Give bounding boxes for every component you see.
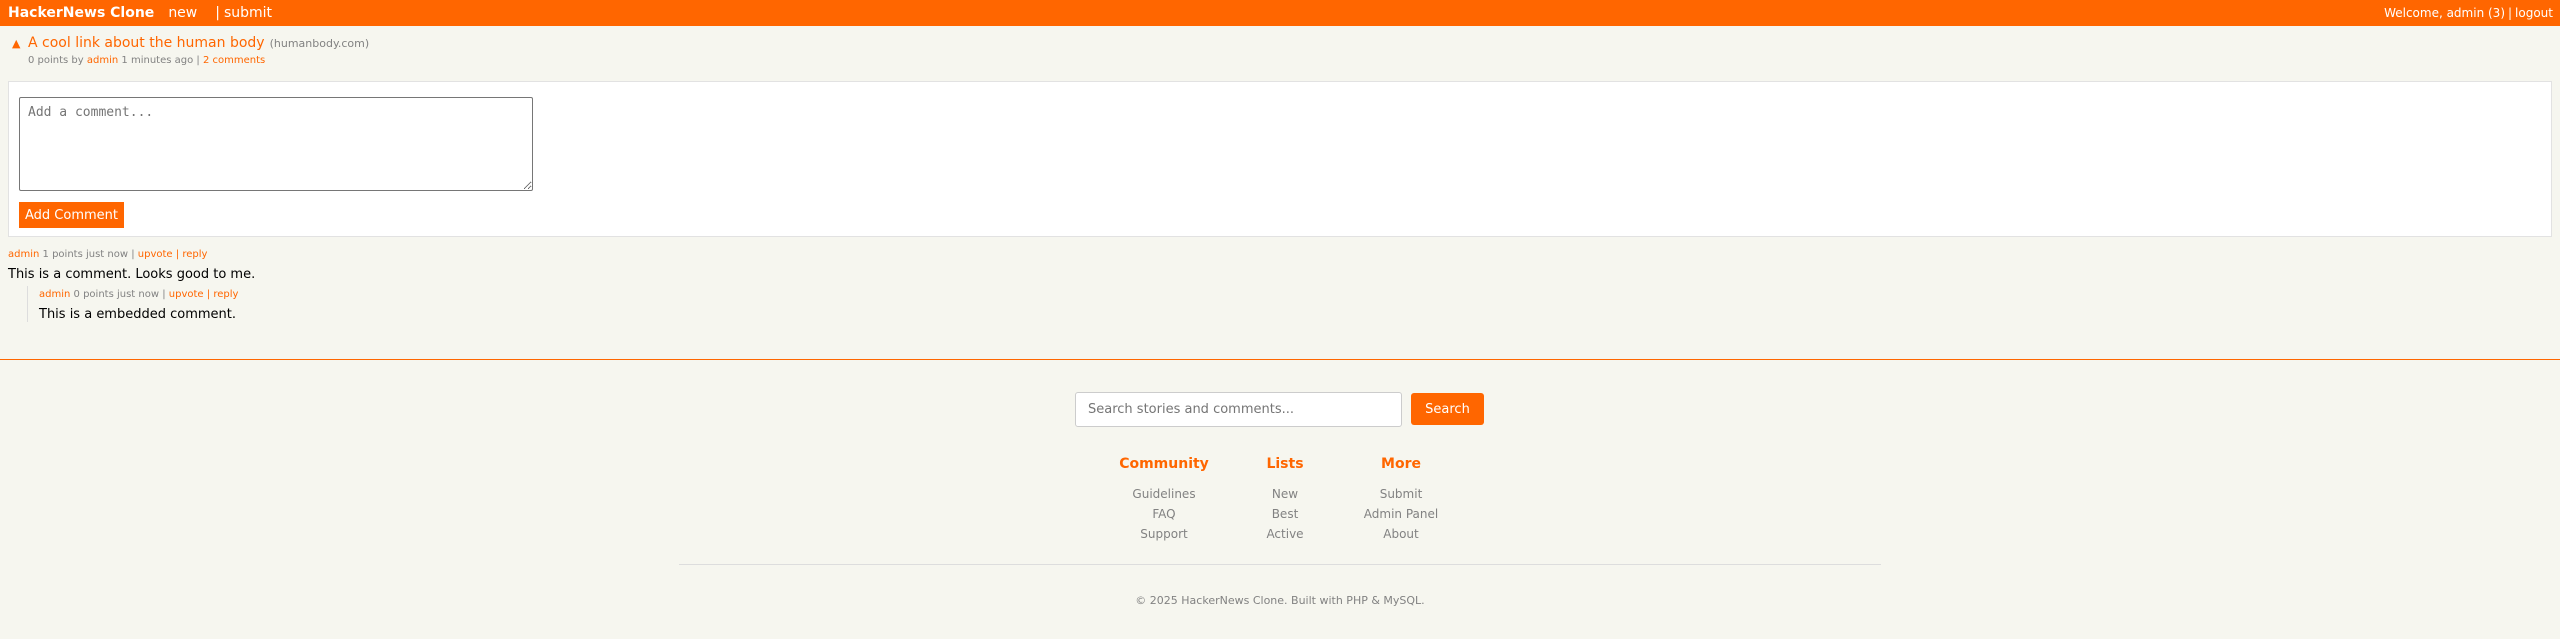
footer-divider — [0, 359, 2560, 360]
footer-link-guidelines[interactable]: Guidelines — [1094, 484, 1234, 504]
footer-link-support[interactable]: Support — [1094, 524, 1234, 544]
logout-link[interactable]: logout — [2515, 6, 2553, 20]
comment-meta: admin 1 points just now | upvote | reply — [8, 249, 255, 260]
comment-upvote-link[interactable]: upvote — [169, 289, 204, 300]
comment-action-separator: | — [206, 289, 211, 300]
top-navbar: HackerNews Clone new | submit Welcome, a… — [0, 0, 2560, 26]
comment-text: This is a comment. Looks good to me. — [8, 267, 256, 282]
footer-column-more: More Submit Admin Panel About — [1331, 456, 1471, 544]
story-comments-link[interactable]: 2 comments — [203, 55, 265, 66]
comment-author-link[interactable]: admin — [39, 289, 70, 300]
story-author-link[interactable]: admin — [87, 55, 118, 66]
story-title-link[interactable]: A cool link about the human body — [28, 35, 265, 51]
nav-separator: | — [215, 5, 220, 21]
upvote-arrow-icon[interactable]: ▲ — [12, 37, 28, 50]
footer-column-community: Community Guidelines FAQ Support — [1094, 456, 1234, 544]
comment-action-separator: | — [175, 249, 180, 260]
comment-item: admin 1 points just now | upvote | reply… — [8, 249, 255, 282]
comment-reply-link[interactable]: reply — [213, 289, 238, 300]
story-title-row: ▲ A cool link about the human body (huma… — [12, 35, 2560, 51]
comment-upvote-link[interactable]: upvote — [138, 249, 173, 260]
footer-column-title: Community — [1119, 456, 1209, 472]
comment-nest-line — [27, 286, 28, 322]
story-item: ▲ A cool link about the human body (huma… — [0, 26, 2560, 66]
nav-new-link[interactable]: new — [168, 5, 197, 21]
comment-meta: admin 0 points just now | upvote | reply — [39, 289, 238, 300]
footer-link-about[interactable]: About — [1331, 524, 1471, 544]
footer-column-title: More — [1381, 456, 1421, 472]
brand-link[interactable]: HackerNews Clone — [8, 5, 154, 21]
story-meta: 0 points by admin 1 minutes ago | 2 comm… — [28, 55, 2560, 66]
story-domain: (humanbody.com) — [269, 37, 370, 50]
user-profile-link[interactable]: Welcome, admin (3) — [2384, 6, 2505, 20]
story-time: 1 minutes ago | — [121, 55, 200, 66]
copyright-text: © 2025 HackerNews Clone. Built with PHP … — [1135, 594, 1425, 607]
user-separator: | — [2508, 6, 2513, 20]
footer-link-admin-panel[interactable]: Admin Panel — [1331, 504, 1471, 524]
story-points: 0 points by — [28, 55, 84, 66]
navbar-left: HackerNews Clone new | submit — [8, 5, 272, 21]
nested-comment-item: admin 0 points just now | upvote | reply… — [39, 289, 238, 322]
footer-link-faq[interactable]: FAQ — [1094, 504, 1234, 524]
comment-info: 1 points just now | — [42, 249, 135, 260]
search-input[interactable] — [1075, 392, 1402, 427]
navbar-user: Welcome, admin (3) | logout — [2384, 6, 2553, 20]
footer-link-submit[interactable]: Submit — [1331, 484, 1471, 504]
comment-form: Add Comment — [8, 81, 2552, 237]
comment-info: 0 points just now | — [73, 289, 166, 300]
comment-textarea[interactable] — [19, 97, 533, 191]
footer-bottom-divider — [679, 564, 1881, 565]
search-button[interactable]: Search — [1411, 393, 1484, 425]
add-comment-button[interactable]: Add Comment — [19, 202, 124, 228]
comment-author-link[interactable]: admin — [8, 249, 39, 260]
comment-reply-link[interactable]: reply — [182, 249, 207, 260]
comment-text: This is a embedded comment. — [39, 307, 237, 322]
nav-submit-link[interactable]: submit — [224, 5, 272, 21]
